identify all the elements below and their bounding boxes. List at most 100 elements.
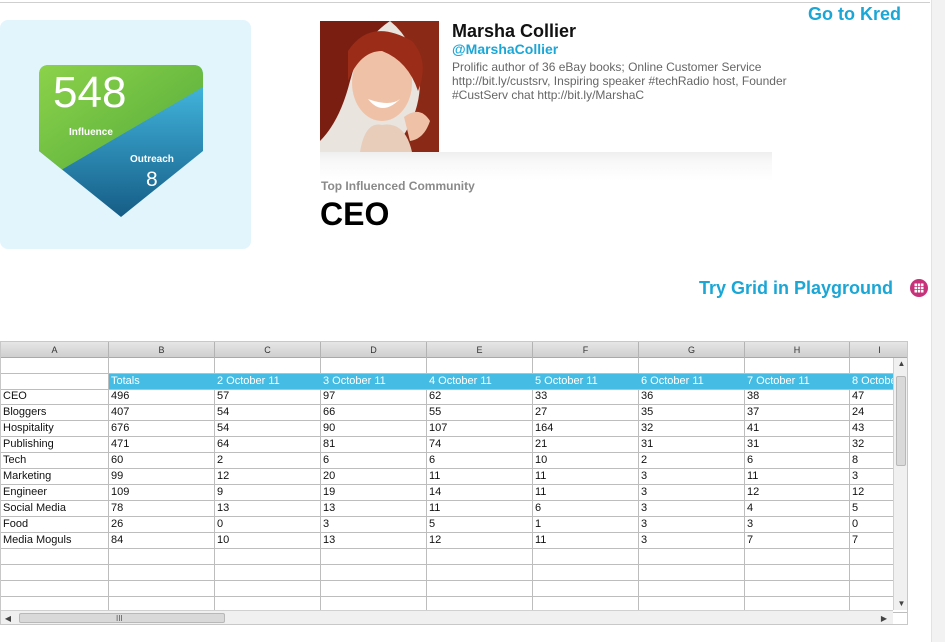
table-cell[interactable]: 26 [109, 517, 215, 533]
row-label-cell[interactable]: Engineer [1, 485, 109, 501]
table-row[interactable]: Bloggers 407 54 66 55 27 35 37 24 [1, 405, 907, 421]
try-grid-link[interactable]: Try Grid in Playground [699, 278, 893, 299]
table-row[interactable]: Food 26 0 3 5 1 3 3 0 [1, 517, 907, 533]
table-cell[interactable]: 97 [321, 389, 427, 405]
table-cell[interactable]: 55 [427, 405, 533, 421]
table-cell[interactable]: 54 [215, 421, 321, 437]
table-cell[interactable] [639, 565, 745, 581]
table-cell[interactable]: 164 [533, 421, 639, 437]
table-cell[interactable]: 13 [321, 501, 427, 517]
row-label-cell[interactable]: Food [1, 517, 109, 533]
table-cell[interactable]: 11 [533, 469, 639, 485]
table-cell[interactable]: 78 [109, 501, 215, 517]
table-cell[interactable]: 12 [745, 485, 850, 501]
table-row[interactable] [1, 549, 907, 565]
table-cell[interactable]: 6 [321, 453, 427, 469]
column-header-g[interactable]: G [639, 342, 745, 358]
table-cell[interactable]: 64 [215, 437, 321, 453]
table-cell[interactable]: 0 [215, 517, 321, 533]
table-cell[interactable]: 33 [533, 389, 639, 405]
table-cell[interactable] [533, 581, 639, 597]
row-label-cell[interactable] [1, 549, 109, 565]
table-cell[interactable]: 11 [745, 469, 850, 485]
table-cell[interactable] [533, 358, 639, 374]
table-row[interactable] [1, 581, 907, 597]
table-cell[interactable]: 84 [109, 533, 215, 549]
table-cell[interactable]: 57 [215, 389, 321, 405]
table-cell[interactable]: 3 [745, 517, 850, 533]
table-cell[interactable] [321, 581, 427, 597]
column-header-e[interactable]: E [427, 342, 533, 358]
table-cell[interactable]: 27 [533, 405, 639, 421]
table-cell[interactable]: 35 [639, 405, 745, 421]
row-label-cell[interactable] [1, 358, 109, 374]
page-scrollbar[interactable] [931, 0, 945, 642]
table-cell[interactable] [215, 358, 321, 374]
table-cell[interactable]: 676 [109, 421, 215, 437]
table-cell[interactable]: 11 [533, 485, 639, 501]
table-row[interactable]: CEO 496 57 97 62 33 36 38 47 [1, 389, 907, 405]
table-cell[interactable]: 81 [321, 437, 427, 453]
table-cell[interactable]: 11 [427, 501, 533, 517]
table-cell[interactable]: 6 [427, 453, 533, 469]
header-row[interactable]: Totals 2 October 11 3 October 11 4 October … [1, 374, 907, 390]
table-row[interactable]: Publishing 471 64 81 74 21 31 31 32 [1, 437, 907, 453]
table-cell[interactable] [109, 581, 215, 597]
table-cell[interactable]: 3 [639, 485, 745, 501]
scroll-right-icon[interactable]: ▶ [877, 611, 891, 624]
row-label-cell[interactable]: CEO [1, 389, 109, 405]
row-label-cell[interactable]: Media Moguls [1, 533, 109, 549]
table-cell[interactable]: 19 [321, 485, 427, 501]
table-cell[interactable] [109, 549, 215, 565]
table-cell[interactable]: 90 [321, 421, 427, 437]
table-cell[interactable]: 3 [321, 517, 427, 533]
table-cell[interactable]: 41 [745, 421, 850, 437]
row-label-cell[interactable] [1, 565, 109, 581]
column-header-f[interactable]: F [533, 342, 639, 358]
table-cell[interactable]: 66 [321, 405, 427, 421]
table-cell[interactable]: 2 October 11 [215, 374, 321, 390]
vertical-scrollbar[interactable]: ▲ ▼ [893, 358, 907, 610]
horizontal-scroll-thumb[interactable]: III [19, 613, 225, 623]
table-cell[interactable]: 7 [745, 533, 850, 549]
table-cell[interactable] [427, 565, 533, 581]
table-cell[interactable]: 11 [427, 469, 533, 485]
table-cell[interactable] [427, 549, 533, 565]
table-cell[interactable] [109, 565, 215, 581]
table-cell[interactable]: 6 October 11 [639, 374, 745, 390]
table-cell[interactable]: 7 October 11 [745, 374, 850, 390]
table-cell[interactable]: 31 [639, 437, 745, 453]
table-cell[interactable]: 6 [745, 453, 850, 469]
horizontal-scrollbar[interactable]: ◀ III ▶ [1, 610, 893, 624]
table-cell[interactable]: 6 [533, 501, 639, 517]
table-cell[interactable] [427, 358, 533, 374]
table-cell[interactable]: 5 October 11 [533, 374, 639, 390]
row-label-cell[interactable]: Hospitality [1, 421, 109, 437]
column-header-d[interactable]: D [321, 342, 427, 358]
grid-icon[interactable] [910, 279, 928, 297]
table-row[interactable]: Media Moguls 84 10 13 12 11 3 7 7 [1, 533, 907, 549]
table-cell[interactable] [215, 565, 321, 581]
row-label-cell[interactable]: Tech [1, 453, 109, 469]
table-cell[interactable] [745, 549, 850, 565]
table-cell[interactable]: 99 [109, 469, 215, 485]
table-cell[interactable]: 36 [639, 389, 745, 405]
scroll-up-icon[interactable]: ▲ [894, 358, 907, 370]
table-row[interactable] [1, 358, 907, 374]
table-cell[interactable] [745, 581, 850, 597]
table-cell[interactable] [639, 549, 745, 565]
table-cell[interactable]: 2 [639, 453, 745, 469]
table-cell[interactable] [215, 549, 321, 565]
table-cell[interactable]: 31 [745, 437, 850, 453]
column-header-i[interactable]: I [850, 342, 907, 358]
community-spreadsheet[interactable]: ABCDEFGHI Totals 2 October 11 3 October 11… [0, 341, 908, 625]
table-cell[interactable]: 11 [533, 533, 639, 549]
table-cell[interactable]: 471 [109, 437, 215, 453]
table-row[interactable]: Engineer 109 9 19 14 11 3 12 12 [1, 485, 907, 501]
table-cell[interactable] [639, 581, 745, 597]
table-cell[interactable] [215, 581, 321, 597]
row-label-cell[interactable] [1, 374, 109, 390]
column-header-b[interactable]: B [109, 342, 215, 358]
table-cell[interactable]: 12 [427, 533, 533, 549]
table-cell[interactable]: 496 [109, 389, 215, 405]
